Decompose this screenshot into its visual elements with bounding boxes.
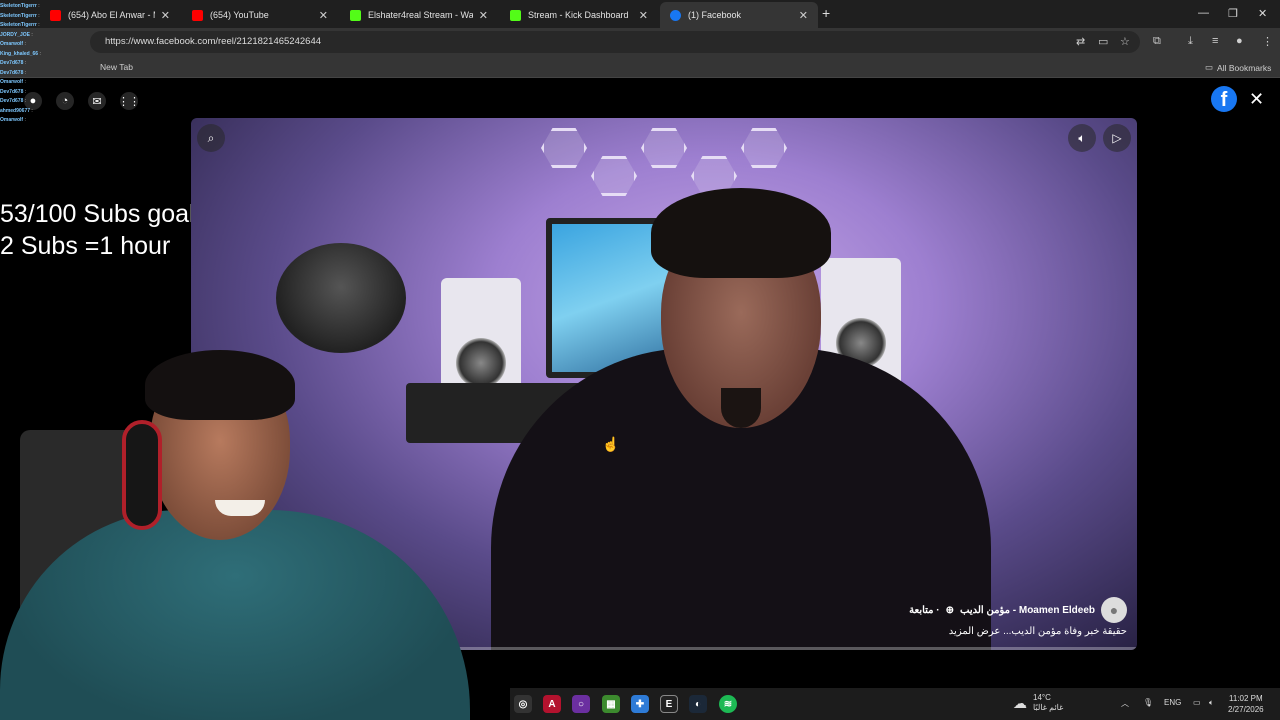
- new-tab-button[interactable]: +: [822, 5, 830, 21]
- reel-caption[interactable]: حقيقة خبر وفاة مؤمن الديب... عرض المزيد: [949, 626, 1127, 637]
- cloud-icon: ☁: [1013, 694, 1027, 711]
- headset: [122, 420, 162, 530]
- spotify-icon[interactable]: ≋: [719, 695, 737, 713]
- weather-temp: 14°C: [1033, 693, 1051, 702]
- extensions-icon[interactable]: ⧉: [1153, 35, 1161, 48]
- facebook-nav-icons: ● ◔ ✉ ⋮⋮: [24, 92, 140, 110]
- subs-goal-text: 53/100 Subs goal: [0, 200, 195, 228]
- close-tab-icon[interactable]: ✕: [479, 9, 488, 22]
- screen: (654) Abo El Anwar - Msh Bshrt ✕ (654) Y…: [0, 0, 1280, 720]
- language-indicator[interactable]: ENG: [1164, 698, 1181, 707]
- avatar[interactable]: ●: [24, 92, 42, 110]
- bookmark-star-icon[interactable]: ☆: [1120, 35, 1130, 48]
- minimize-icon[interactable]: —: [1198, 7, 1209, 19]
- folder-icon: ▭: [1205, 62, 1214, 72]
- close-tab-icon[interactable]: ✕: [319, 9, 328, 22]
- tab-youtube[interactable]: (654) YouTube ✕: [182, 2, 338, 28]
- follow-button[interactable]: متابعة ·: [909, 605, 940, 616]
- system-clock[interactable]: 11:02 PM 2/27/2026: [1228, 693, 1264, 715]
- epic-games-icon[interactable]: E: [660, 695, 678, 713]
- bell-icon[interactable]: ◔: [56, 92, 74, 110]
- tab-title: (654) YouTube: [210, 10, 269, 20]
- streamer-hair: [145, 350, 295, 420]
- app-puzzle-icon[interactable]: ✚: [631, 695, 649, 713]
- volume-icon[interactable]: 🔈︎: [1068, 124, 1096, 152]
- chat-message: Dev7d678 :: [0, 60, 27, 66]
- obs-icon[interactable]: ◎: [514, 695, 532, 713]
- chat-message: SkeletonTigerrr :: [0, 3, 40, 9]
- facebook-icon: [670, 9, 681, 21]
- microphone-icon[interactable]: 🎙︎: [1143, 698, 1153, 707]
- profile-avatar[interactable]: ●: [1236, 35, 1243, 47]
- tab-title: Elshater4real Stream - Watch Li: [368, 10, 473, 20]
- tab-title: Stream - Kick Dashboard: [528, 10, 629, 20]
- author-name[interactable]: مؤمن الديب - Moamen Eldeeb: [960, 605, 1095, 616]
- webcam-feed: [0, 350, 510, 720]
- subs-rate-text: 2 Subs =1 hour: [0, 232, 171, 260]
- close-reel-icon[interactable]: ✕: [1249, 89, 1264, 110]
- speaker-icon[interactable]: 🔈︎: [1209, 698, 1214, 708]
- search-icon[interactable]: ⌕: [197, 124, 225, 152]
- kick-icon: [510, 9, 521, 21]
- translate-icon[interactable]: ⇄: [1076, 35, 1085, 48]
- weather-desc: غائم غالبًا: [1033, 703, 1064, 712]
- mouse-cursor-icon: ☝: [602, 436, 620, 452]
- tab-facebook[interactable]: (1) Facebook ✕: [660, 2, 818, 28]
- clock-time: 11:02 PM: [1228, 694, 1263, 703]
- menu-grid-icon[interactable]: ⋮⋮: [118, 92, 140, 110]
- play-icon[interactable]: ▷: [1103, 124, 1131, 152]
- subs-goal-overlay: 53/100 Subs goal 2 Subs =1 hour: [0, 198, 195, 262]
- tab-kick-dashboard[interactable]: Stream - Kick Dashboard ✕: [500, 2, 658, 28]
- author-avatar[interactable]: ●: [1101, 597, 1127, 623]
- chat-message: SkeletonTigerrr :: [0, 12, 40, 19]
- all-bookmarks[interactable]: ▭ All Bookmarks: [1205, 62, 1271, 73]
- close-tab-icon[interactable]: ✕: [799, 9, 808, 22]
- menu-icon[interactable]: ⋮: [1262, 35, 1273, 48]
- app-circle-icon[interactable]: ○: [572, 695, 590, 713]
- restore-icon[interactable]: ❐: [1228, 7, 1238, 20]
- steam-icon[interactable]: ◐: [689, 695, 707, 713]
- chevron-up-icon[interactable]: ︿: [1121, 698, 1129, 709]
- chat-message: JORDY_JOE :: [0, 31, 33, 38]
- network-icon[interactable]: ▭: [1193, 698, 1201, 707]
- facebook-logo-icon[interactable]: f: [1211, 86, 1237, 112]
- reel-author-row: متابعة · ⊕ مؤمن الديب - Moamen Eldeeb ●: [909, 597, 1127, 623]
- weather-widget[interactable]: ☁ 14°C غائم غالبًا: [1013, 693, 1063, 713]
- minecraft-icon[interactable]: ▦: [602, 695, 620, 713]
- kick-icon: [350, 9, 361, 21]
- tab-elshater-stream[interactable]: Elshater4real Stream - Watch Li ✕: [340, 2, 498, 28]
- decor-hexagon: [641, 128, 687, 168]
- cast-icon[interactable]: ▭: [1098, 35, 1108, 48]
- download-icon[interactable]: ⤓: [1188, 35, 1193, 48]
- video-person: [491, 178, 991, 650]
- video-microphone: [276, 243, 406, 353]
- close-tab-icon[interactable]: ✕: [639, 9, 648, 22]
- chat-message: King_khaled_66 :: [0, 50, 41, 57]
- chat-message: Dev7d678 :: [0, 69, 27, 76]
- media-icon[interactable]: ≡: [1212, 35, 1218, 47]
- chat-message: Omarwolf :: [0, 117, 26, 123]
- globe-icon: ⊕: [945, 604, 955, 616]
- tab-title: (1) Facebook: [688, 10, 742, 20]
- clock-date: 2/27/2026: [1228, 705, 1264, 714]
- chat-message: Omarwolf :: [0, 41, 26, 47]
- decor-hexagon: [741, 128, 787, 168]
- chat-message: Omarwolf :: [0, 79, 26, 85]
- decor-hexagon: [541, 128, 587, 168]
- chat-message: SkeletonTigerrr :: [0, 22, 40, 28]
- app-a-icon[interactable]: A: [543, 695, 561, 713]
- close-window-icon[interactable]: ✕: [1258, 7, 1267, 20]
- messenger-icon[interactable]: ✉: [88, 92, 106, 110]
